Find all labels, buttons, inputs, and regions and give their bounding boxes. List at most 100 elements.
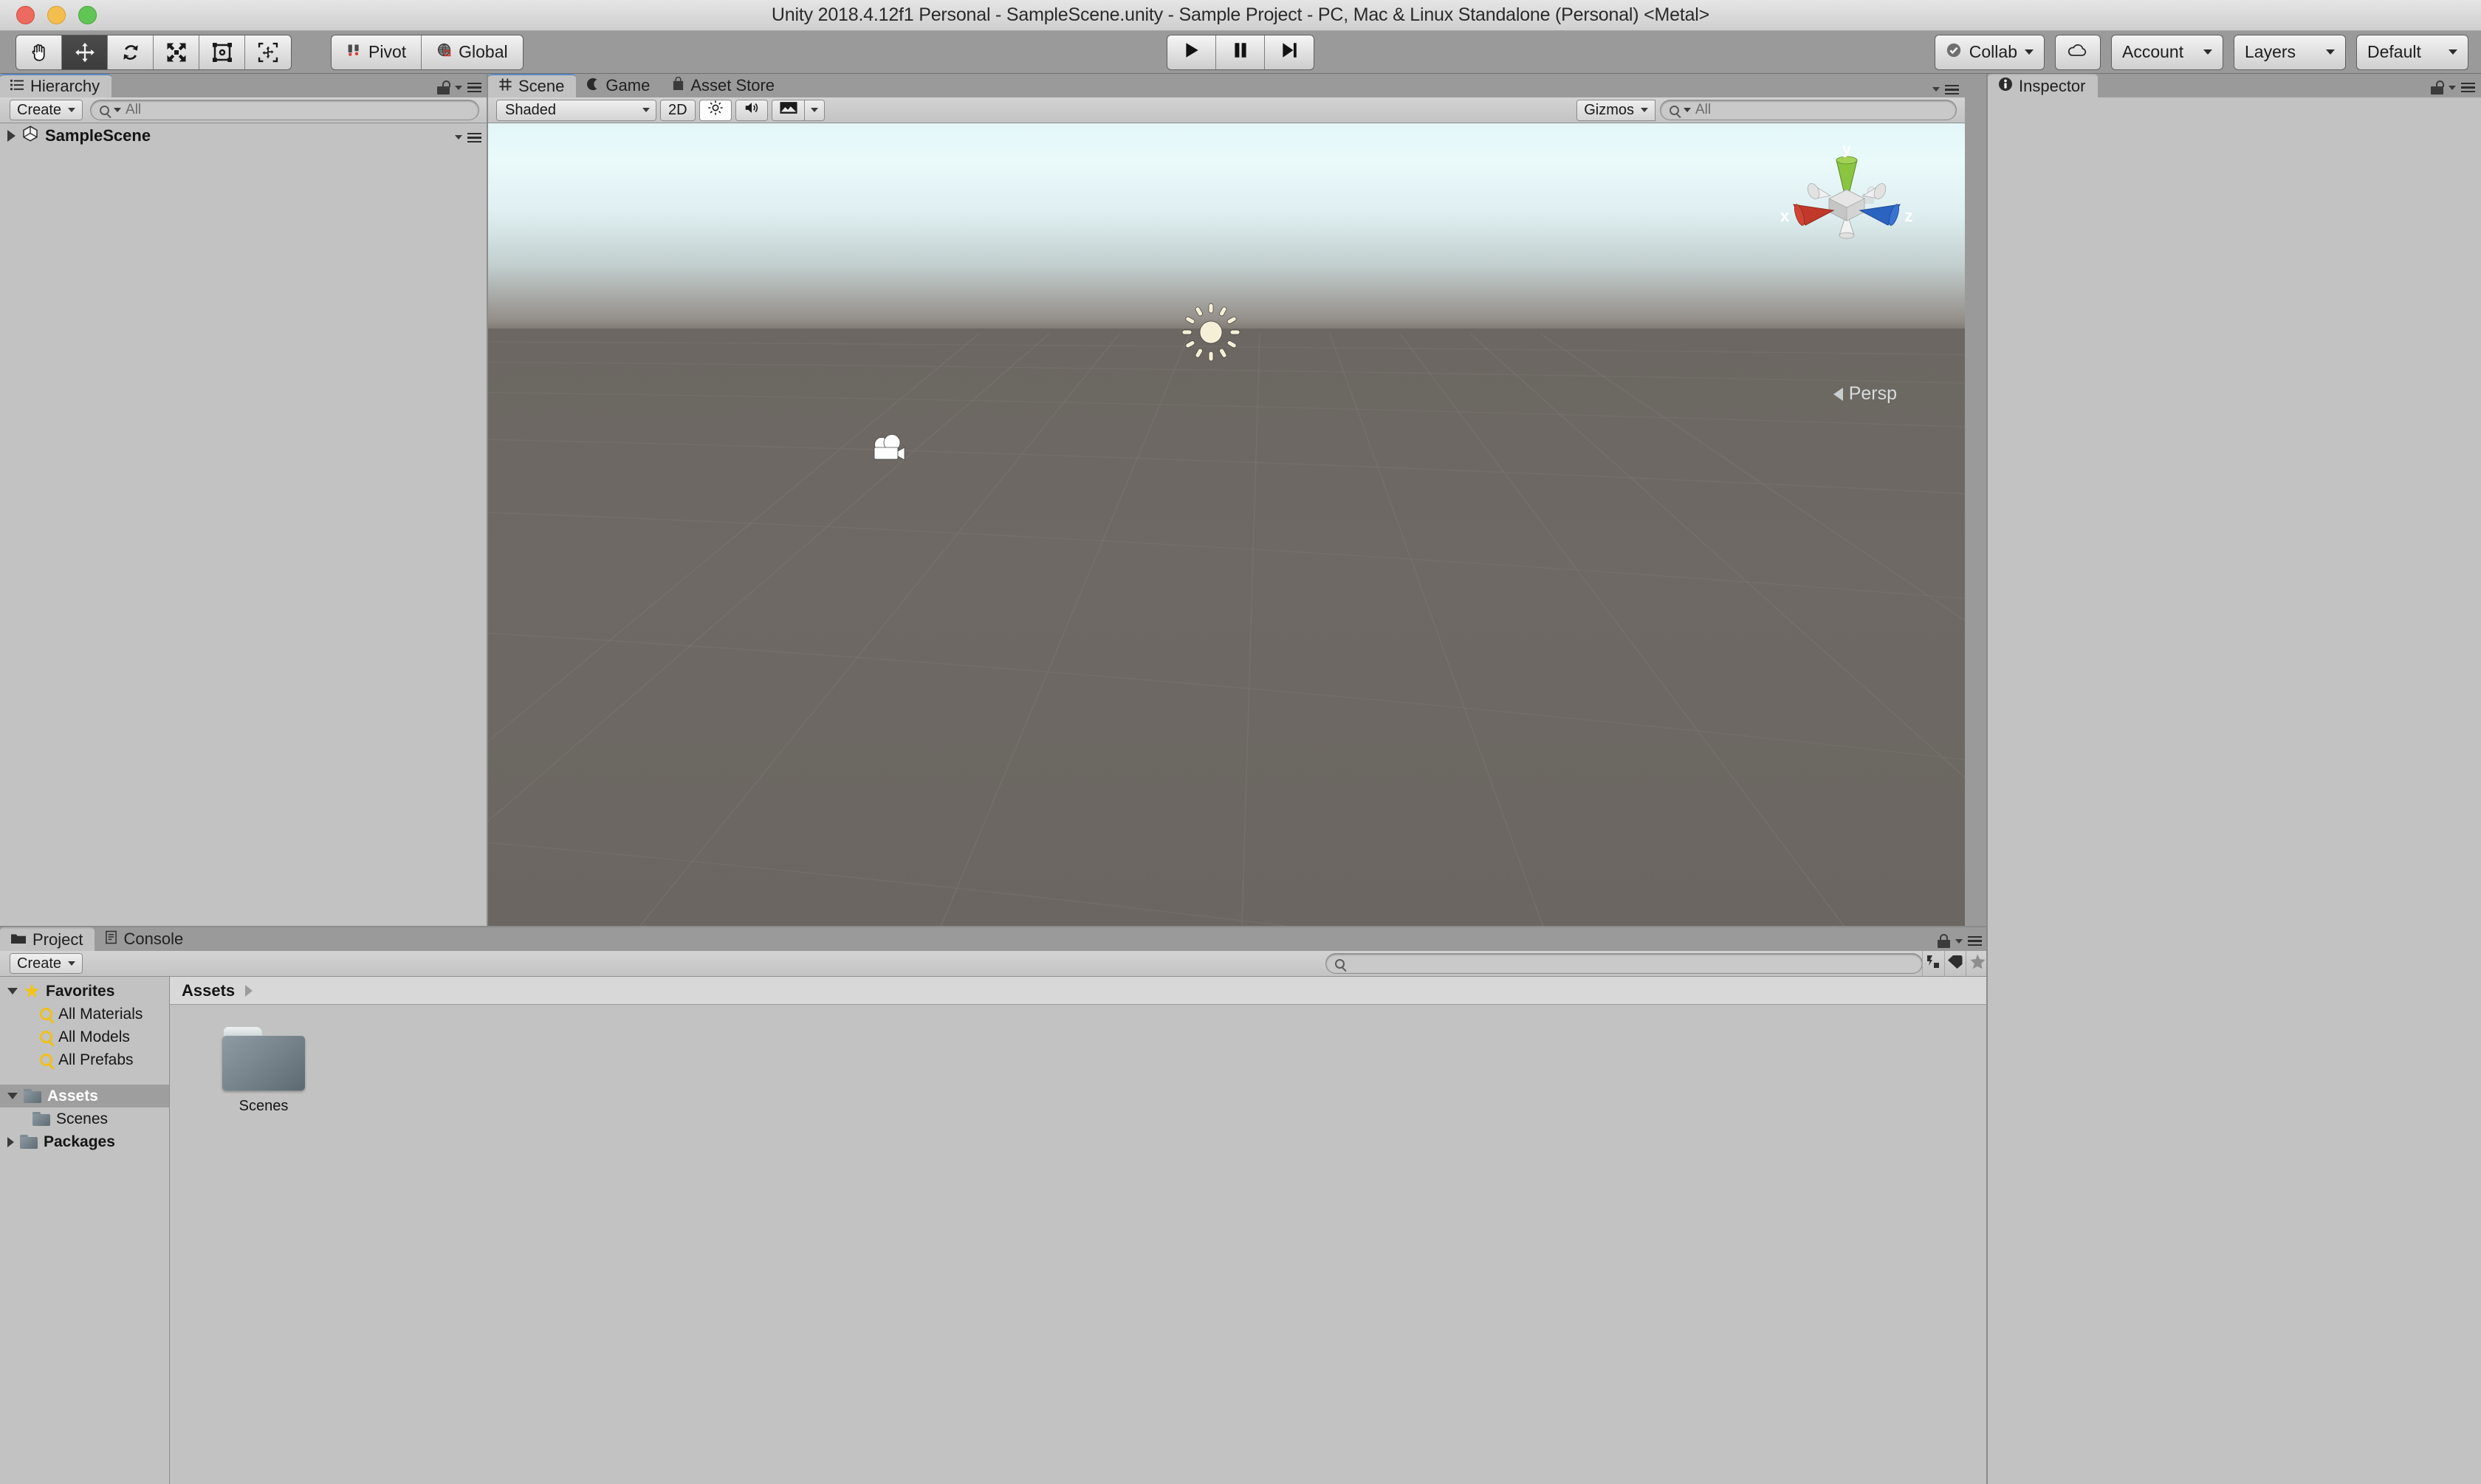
project-subtoolbar: Create: [0, 950, 1988, 977]
search-saved-icon: [40, 1031, 52, 1043]
chevron-down-icon[interactable]: [2449, 85, 2456, 90]
project-create-button[interactable]: Create: [10, 954, 83, 973]
tab-scene-label: Scene: [518, 77, 565, 95]
projection-mode-label[interactable]: Persp: [1833, 383, 1897, 405]
breadcrumb-arrow-icon: [245, 984, 253, 997]
toggle-lighting-button[interactable]: [699, 100, 731, 120]
lock-icon[interactable]: [1938, 934, 1950, 948]
expand-triangle-icon[interactable]: [7, 1136, 14, 1147]
expand-triangle-icon[interactable]: [7, 1093, 18, 1099]
scene-search-input[interactable]: All: [1661, 100, 1956, 120]
scene-viewport[interactable]: y x z Persp: [488, 123, 1965, 949]
divider-hierarchy-scene[interactable]: [487, 74, 488, 927]
sidebar-item-favorites[interactable]: Favorites: [0, 980, 169, 1003]
transform-tool-button[interactable]: [245, 35, 291, 69]
search-icon: [1335, 958, 1345, 969]
folder-icon: [24, 1089, 41, 1103]
scene-axis-gizmo[interactable]: y x z: [1773, 138, 1921, 278]
project-tabstrip: Project Console: [0, 927, 1988, 951]
hand-tool-button[interactable]: [16, 35, 62, 69]
sidebar-item-all-prefabs[interactable]: All Prefabs: [0, 1048, 169, 1071]
sidebar-item-packages[interactable]: Packages: [0, 1130, 169, 1153]
chevron-down-icon[interactable]: [455, 135, 462, 140]
rotate-tool-button[interactable]: [108, 35, 154, 69]
chevron-down-icon[interactable]: [1932, 87, 1940, 92]
sidebar-item-scenes[interactable]: Scenes: [0, 1107, 169, 1130]
projection-mode-text: Persp: [1848, 383, 1897, 404]
account-button[interactable]: Account: [2112, 35, 2223, 69]
pivot-toggle-button[interactable]: Pivot: [332, 35, 422, 69]
tab-console[interactable]: Console: [95, 927, 195, 951]
lock-icon[interactable]: [2431, 80, 2444, 95]
layout-button[interactable]: Default: [2357, 35, 2468, 69]
type-filter-button[interactable]: [1921, 950, 1944, 977]
tab-project[interactable]: Project: [0, 927, 95, 951]
play-button[interactable]: [1167, 35, 1216, 69]
draw-mode-dropdown[interactable]: Shaded: [497, 100, 656, 120]
collab-button[interactable]: Collab: [1935, 35, 2044, 69]
layers-button[interactable]: Layers: [2234, 35, 2345, 69]
inspector-tabstrip: Inspector: [1988, 74, 2481, 97]
divider-upper-lower[interactable]: [0, 926, 1988, 927]
scene-row-menu: [455, 132, 481, 142]
tab-inspector[interactable]: Inspector: [1988, 74, 2098, 97]
chevron-down-icon[interactable]: [455, 85, 462, 90]
tab-hierarchy[interactable]: Hierarchy: [0, 74, 112, 97]
project-sidebar: Favorites All Materials All Models All P…: [0, 977, 170, 1484]
scale-tool-button[interactable]: [154, 35, 199, 69]
sidebar-item-all-models[interactable]: All Models: [0, 1026, 169, 1048]
toggle-2d-label: 2D: [668, 101, 687, 118]
tab-asset-store[interactable]: Asset Store: [662, 74, 786, 97]
global-toggle-button[interactable]: Global: [422, 35, 523, 69]
favorite-filter-icon: [1969, 954, 1986, 973]
chevron-down-icon: [2203, 49, 2212, 55]
panel-menu-icon[interactable]: [1945, 84, 1959, 95]
move-tool-button[interactable]: [62, 35, 108, 69]
tab-game[interactable]: Game: [576, 74, 662, 97]
gizmos-button[interactable]: Gizmos: [1577, 100, 1655, 120]
label-filter-icon: [1947, 955, 1963, 973]
main-camera-gizmo[interactable]: [869, 433, 910, 470]
tab-console-label: Console: [123, 930, 184, 948]
breadcrumb-assets[interactable]: Assets: [182, 981, 235, 1000]
hierarchy-create-button[interactable]: Create: [10, 100, 83, 120]
toggle-2d-button[interactable]: 2D: [661, 100, 695, 120]
tab-hierarchy-label: Hierarchy: [30, 77, 100, 95]
sidebar-item-label: Packages: [44, 1133, 115, 1150]
sidebar-item-assets[interactable]: Assets: [0, 1085, 169, 1107]
directional-light-gizmo[interactable]: [1181, 302, 1241, 366]
hierarchy-search-input[interactable]: All: [91, 100, 478, 120]
lock-icon[interactable]: [437, 80, 450, 95]
expand-triangle-icon[interactable]: [7, 988, 18, 995]
hierarchy-create-label: Create: [17, 101, 62, 118]
chevron-down-icon: [1641, 108, 1648, 112]
toggle-effects-button[interactable]: [772, 100, 805, 120]
step-button[interactable]: [1265, 35, 1314, 69]
panel-menu-icon[interactable]: [1968, 935, 1982, 947]
divider-scene-inspector[interactable]: [1986, 74, 1988, 1484]
asset-item-scenes[interactable]: Scenes: [208, 1027, 319, 1115]
hierarchy-panel: Hierarchy Create All SampleScene: [0, 74, 487, 927]
panel-menu-icon[interactable]: [2461, 82, 2475, 93]
effects-dropdown-button[interactable]: [804, 100, 824, 120]
info-icon: [1998, 77, 2013, 96]
pause-button[interactable]: [1216, 35, 1265, 69]
scene-menu-icon[interactable]: [467, 132, 481, 142]
favorite-filter-button[interactable]: [1966, 950, 1988, 977]
label-filter-button[interactable]: [1943, 950, 1966, 977]
sidebar-item-all-materials[interactable]: All Materials: [0, 1003, 169, 1026]
expand-triangle-icon[interactable]: [7, 130, 16, 142]
cloud-button[interactable]: [2056, 35, 2100, 69]
combined-transform-icon: [257, 41, 279, 63]
chevron-down-icon[interactable]: [1955, 938, 1963, 944]
gamepad-icon: [586, 76, 600, 95]
collab-check-icon: [1946, 42, 1962, 63]
project-search-input[interactable]: [1326, 954, 1922, 973]
toggle-audio-button[interactable]: [735, 100, 767, 120]
panel-menu-icon[interactable]: [467, 82, 481, 93]
tab-scene[interactable]: Scene: [488, 74, 577, 97]
rect-tool-button[interactable]: [199, 35, 245, 69]
unity-scene-icon: [21, 125, 39, 147]
hierarchy-scene-row[interactable]: SampleScene: [0, 123, 487, 148]
